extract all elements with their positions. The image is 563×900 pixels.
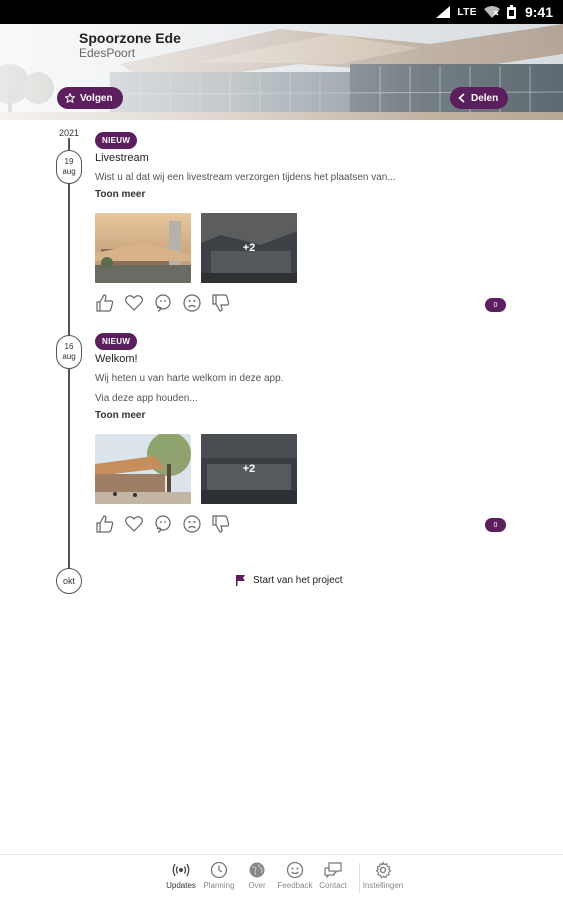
- reaction-bar: [95, 514, 515, 534]
- share-button[interactable]: Delen: [450, 87, 509, 109]
- end-month: okt: [62, 576, 75, 586]
- reaction-count-badge: 0: [485, 298, 506, 312]
- post-month: aug: [62, 167, 76, 176]
- post-month: aug: [62, 352, 76, 361]
- project-start-marker: Start van het project: [236, 575, 343, 586]
- smiley-icon: [286, 861, 304, 879]
- share-label: Delen: [471, 92, 499, 104]
- project-title: Spoorzone Ede: [79, 30, 181, 46]
- post-title: Livestream: [95, 152, 149, 164]
- nav-divider: [359, 863, 360, 893]
- globe-icon: [249, 862, 265, 878]
- post-date-bubble: 19 aug: [56, 150, 82, 184]
- follow-button[interactable]: Volgen: [57, 87, 123, 109]
- post-image[interactable]: [95, 213, 191, 283]
- post-day: 19: [64, 157, 74, 166]
- post-excerpt: Wij heten u van harte welkom in deze app…: [95, 373, 284, 384]
- post-image[interactable]: [95, 434, 191, 504]
- project-subtitle: EdesPoort: [79, 46, 136, 60]
- post-date-bubble: 16 aug: [56, 335, 82, 369]
- broadcast-icon: [172, 863, 190, 877]
- thumbs-up-icon[interactable]: [95, 514, 115, 534]
- heart-icon[interactable]: [124, 293, 144, 313]
- new-badge: NIEUW: [95, 333, 138, 350]
- flag-icon: [236, 575, 245, 586]
- project-header: Spoorzone Ede EdesPoort Volgen Delen: [0, 24, 563, 120]
- thumbs-down-icon[interactable]: [211, 514, 231, 534]
- post-images: +2: [95, 213, 515, 283]
- sad-face-icon[interactable]: [182, 293, 202, 313]
- star-icon: [65, 93, 75, 103]
- chat-icon: [324, 862, 342, 879]
- nav-label: Updates: [166, 881, 196, 890]
- thinking-face-icon[interactable]: [153, 514, 173, 534]
- battery-icon: [506, 5, 516, 19]
- show-more-link[interactable]: Toon meer: [95, 189, 515, 200]
- nav-label: Contact: [319, 881, 347, 890]
- signal-icon: [436, 6, 451, 18]
- reaction-count-badge: 0: [485, 518, 506, 532]
- show-more-link[interactable]: Toon meer: [95, 410, 515, 421]
- timeline-end-bubble: okt: [56, 568, 82, 594]
- clock-icon: [210, 861, 228, 879]
- more-images-count: +2: [242, 242, 256, 254]
- network-type: LTE: [457, 6, 477, 18]
- heart-icon[interactable]: [124, 514, 144, 534]
- thinking-face-icon[interactable]: [153, 293, 173, 313]
- follow-label: Volgen: [80, 92, 113, 104]
- sad-face-icon[interactable]: [182, 514, 202, 534]
- nav-label: Planning: [203, 881, 235, 890]
- share-icon: [458, 93, 465, 103]
- post-image-more[interactable]: +2: [201, 213, 297, 283]
- status-bar: LTE 9:41: [0, 0, 563, 24]
- timeline-year: 2021: [54, 128, 84, 138]
- post-images: +2: [95, 434, 515, 504]
- new-badge: NIEUW: [95, 132, 138, 149]
- gear-icon: [375, 861, 392, 879]
- post-day: 16: [64, 342, 74, 351]
- thumbs-down-icon[interactable]: [211, 293, 231, 313]
- nav-instellingen[interactable]: Instellingen: [361, 861, 405, 890]
- nav-contact[interactable]: Contact: [311, 861, 355, 890]
- timeline-post[interactable]: NIEUW Welkom! Wij heten u van harte welk…: [95, 331, 515, 534]
- clock-time: 9:41: [524, 4, 553, 20]
- nav-label: Feedback: [277, 881, 313, 890]
- app-screen: LTE 9:41 Spoorzone Ede EdesPoort Volgen …: [0, 0, 563, 900]
- thumbs-up-icon[interactable]: [95, 293, 115, 313]
- post-title: Welkom!: [95, 353, 138, 365]
- wifi-icon: [483, 6, 500, 18]
- bottom-navigation: Updates Planning Over Feedback Contact I…: [0, 854, 563, 900]
- nav-label: Instellingen: [362, 881, 404, 890]
- post-excerpt: Wist u al dat wij een livestream verzorg…: [95, 172, 396, 183]
- project-start-label: Start van het project: [253, 575, 343, 586]
- timeline-post[interactable]: NIEUW Livestream Wist u al dat wij een l…: [95, 130, 515, 313]
- post-image-more[interactable]: +2: [201, 434, 297, 504]
- reaction-bar: [95, 293, 515, 313]
- more-images-count: +2: [242, 463, 256, 475]
- post-excerpt-line2: Via deze app houden...: [95, 393, 198, 404]
- nav-label: Over: [248, 881, 266, 890]
